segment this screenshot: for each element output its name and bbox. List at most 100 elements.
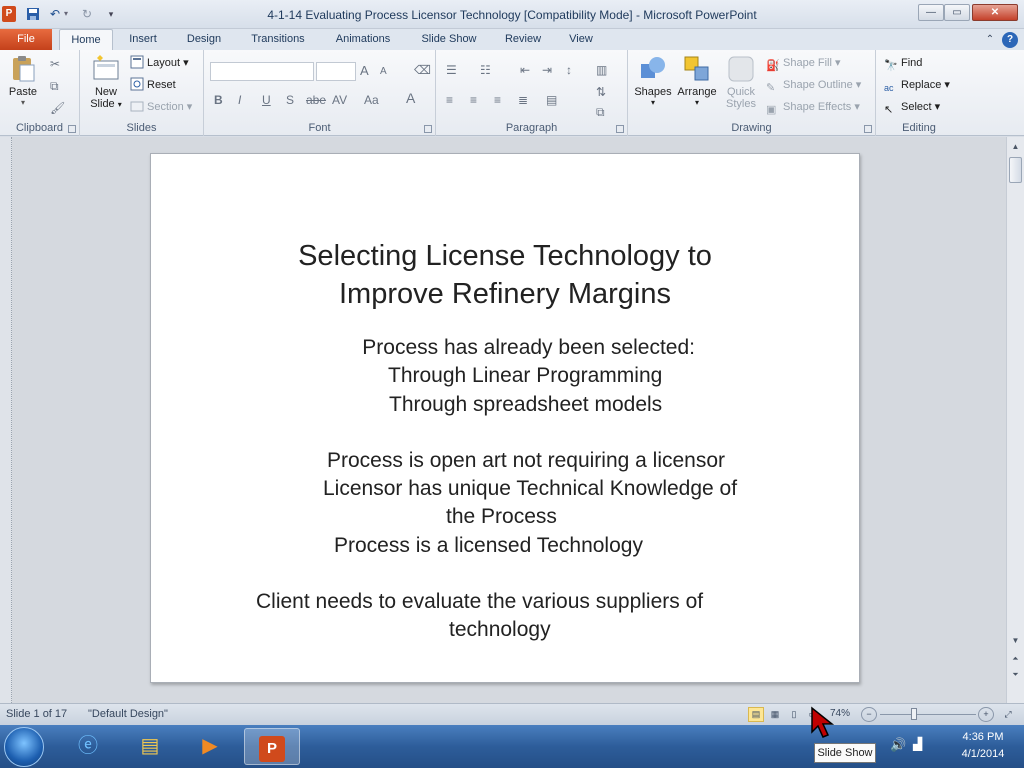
line-spacing-icon[interactable]: ↕ [566, 62, 572, 78]
drawing-launcher-icon[interactable] [864, 125, 872, 133]
zoom-slider[interactable] [880, 708, 976, 720]
justify-icon[interactable]: ≣ [518, 92, 528, 108]
reading-view-button[interactable]: ▯ [786, 707, 802, 722]
slide-text-line-9[interactable]: technology [449, 616, 749, 644]
normal-view-button[interactable]: ▤ [748, 707, 764, 722]
smartart-icon[interactable]: ⧉ [596, 104, 605, 120]
tab-design[interactable]: Design [178, 29, 230, 50]
strikethrough-button[interactable]: abe [306, 92, 326, 108]
paste-dropdown-icon[interactable]: ▾ [4, 98, 42, 107]
slide-text-line-7[interactable]: Process is a licensed Technology [334, 532, 734, 560]
font-color-button[interactable]: A [406, 90, 415, 106]
slides-pane-collapsed[interactable] [0, 137, 12, 703]
font-launcher-icon[interactable] [424, 125, 432, 133]
shadow-button[interactable]: S [286, 92, 294, 108]
slide-text-line-1[interactable]: Process has already been selected: [3, 334, 695, 362]
clear-formatting-icon[interactable]: ⌫ [414, 62, 431, 78]
align-left-icon[interactable]: ≡ [446, 92, 453, 108]
increase-indent-icon[interactable]: ⇥ [542, 62, 552, 78]
tab-insert[interactable]: Insert [120, 29, 166, 50]
theme-name[interactable]: "Default Design" [88, 708, 168, 720]
close-button[interactable]: ✕ [972, 4, 1018, 21]
shapes-dropdown-icon[interactable]: ▾ [632, 98, 674, 107]
paste-button[interactable]: Paste ▾ [4, 54, 42, 107]
scroll-thumb[interactable] [1009, 157, 1022, 183]
help-icon[interactable]: ? [1002, 32, 1018, 48]
zoom-out-icon[interactable]: − [861, 707, 877, 722]
layout-button[interactable]: Layout ▾ [130, 54, 189, 72]
find-button[interactable]: 🔭 Find [884, 54, 922, 72]
shape-fill-button[interactable]: ⛽ Shape Fill ▾ [766, 54, 841, 72]
tab-slide-show[interactable]: Slide Show [412, 29, 486, 50]
arrange-button[interactable]: Arrange ▾ [674, 54, 720, 107]
numbering-icon[interactable]: ☷ [480, 62, 491, 78]
align-right-icon[interactable]: ≡ [494, 92, 501, 108]
previous-slide-icon[interactable]: ⏶ [1008, 651, 1023, 666]
network-icon[interactable]: ▟ [913, 737, 922, 751]
slide-title-line-1[interactable]: Selecting License Technology to [151, 237, 859, 275]
system-clock[interactable]: 4:36 PM 4/1/2014 [948, 729, 1018, 763]
powerpoint-taskbar-icon[interactable]: P [244, 728, 300, 765]
minimize-button[interactable]: — [918, 4, 944, 21]
scroll-up-icon[interactable]: ▲ [1008, 139, 1023, 154]
font-size-combo[interactable] [316, 62, 356, 81]
copy-icon[interactable]: ⧉ [50, 78, 59, 94]
shapes-button[interactable]: Shapes ▾ [632, 54, 674, 107]
start-button[interactable] [4, 727, 44, 767]
arrange-dropdown-icon[interactable]: ▾ [674, 98, 720, 107]
slide-text-line-3[interactable]: Through spreadsheet models [389, 391, 789, 419]
character-spacing-button[interactable]: AV [332, 92, 347, 108]
restore-button[interactable]: ▭ [944, 4, 970, 21]
slide-text-line-4[interactable]: Process is open art not requiring a lice… [327, 447, 827, 475]
new-slide-button[interactable]: New Slide ▾ [86, 54, 126, 110]
zoom-slider-thumb[interactable] [911, 708, 918, 720]
bullets-icon[interactable]: ☰ [446, 62, 457, 78]
scroll-down-icon[interactable]: ▼ [1008, 633, 1023, 648]
new-slide-dropdown-icon[interactable]: ▾ [118, 100, 122, 109]
align-columns-icon[interactable]: ▤ [546, 92, 557, 108]
align-center-icon[interactable]: ≡ [470, 92, 477, 108]
next-slide-icon[interactable]: ⏷ [1008, 667, 1023, 682]
section-button[interactable]: Section ▾ [130, 98, 192, 116]
tab-transitions[interactable]: Transitions [241, 29, 315, 50]
shape-outline-button[interactable]: ✎ Shape Outline ▾ [766, 76, 861, 94]
format-painter-icon[interactable]: 🖌 [50, 100, 65, 116]
bold-button[interactable]: B [214, 92, 223, 108]
slide-text-line-2[interactable]: Through Linear Programming [388, 362, 788, 390]
slide-sorter-button[interactable]: ▦ [767, 707, 783, 722]
select-button[interactable]: ↖ Select ▾ [884, 98, 940, 116]
change-case-button[interactable]: Aa [364, 92, 379, 108]
font-name-combo[interactable] [210, 62, 314, 81]
cut-icon[interactable]: ✂ [50, 56, 60, 72]
vertical-scrollbar[interactable]: ▲ ▼ ⏶ ⏷ [1006, 137, 1024, 703]
quick-styles-button[interactable]: Quick Styles [720, 54, 762, 110]
media-player-icon[interactable]: ▶ [182, 728, 238, 765]
columns-icon[interactable]: ▥ [596, 62, 607, 78]
tab-file[interactable]: File [0, 29, 52, 50]
shape-effects-button[interactable]: ▣ Shape Effects ▾ [766, 98, 860, 116]
paragraph-launcher-icon[interactable] [616, 125, 624, 133]
italic-button[interactable]: I [238, 92, 241, 108]
internet-explorer-icon[interactable]: ⓔ [60, 728, 116, 765]
replace-button[interactable]: ac Replace ▾ [884, 76, 950, 94]
shrink-font-icon[interactable]: A [380, 64, 387, 80]
slide-text-line-6[interactable]: the Process [446, 503, 746, 531]
slide-text-line-5[interactable]: Licensor has unique Technical Knowledge … [323, 475, 843, 503]
tab-home[interactable]: Home [59, 29, 113, 50]
zoom-in-icon[interactable]: + [978, 707, 994, 722]
text-direction-icon[interactable]: ⇅ [596, 84, 606, 100]
decrease-indent-icon[interactable]: ⇤ [520, 62, 530, 78]
fit-to-window-icon[interactable]: ⤢ [1000, 707, 1016, 722]
slide-title-line-2[interactable]: Improve Refinery Margins [151, 275, 859, 313]
slide-canvas[interactable]: Selecting License Technology to Improve … [150, 153, 860, 683]
grow-font-icon[interactable]: A [360, 63, 369, 79]
minimize-ribbon-icon[interactable]: ⌃ [982, 32, 998, 48]
reset-button[interactable]: Reset [130, 76, 176, 94]
file-explorer-icon[interactable]: ▤ [122, 728, 178, 765]
underline-button[interactable]: U [262, 92, 271, 108]
slide-text-line-8[interactable]: Client needs to evaluate the various sup… [256, 588, 816, 616]
tab-review[interactable]: Review [498, 29, 548, 50]
volume-icon[interactable]: 🔊 [890, 737, 906, 753]
tab-animations[interactable]: Animations [325, 29, 401, 50]
tab-view[interactable]: View [560, 29, 602, 50]
